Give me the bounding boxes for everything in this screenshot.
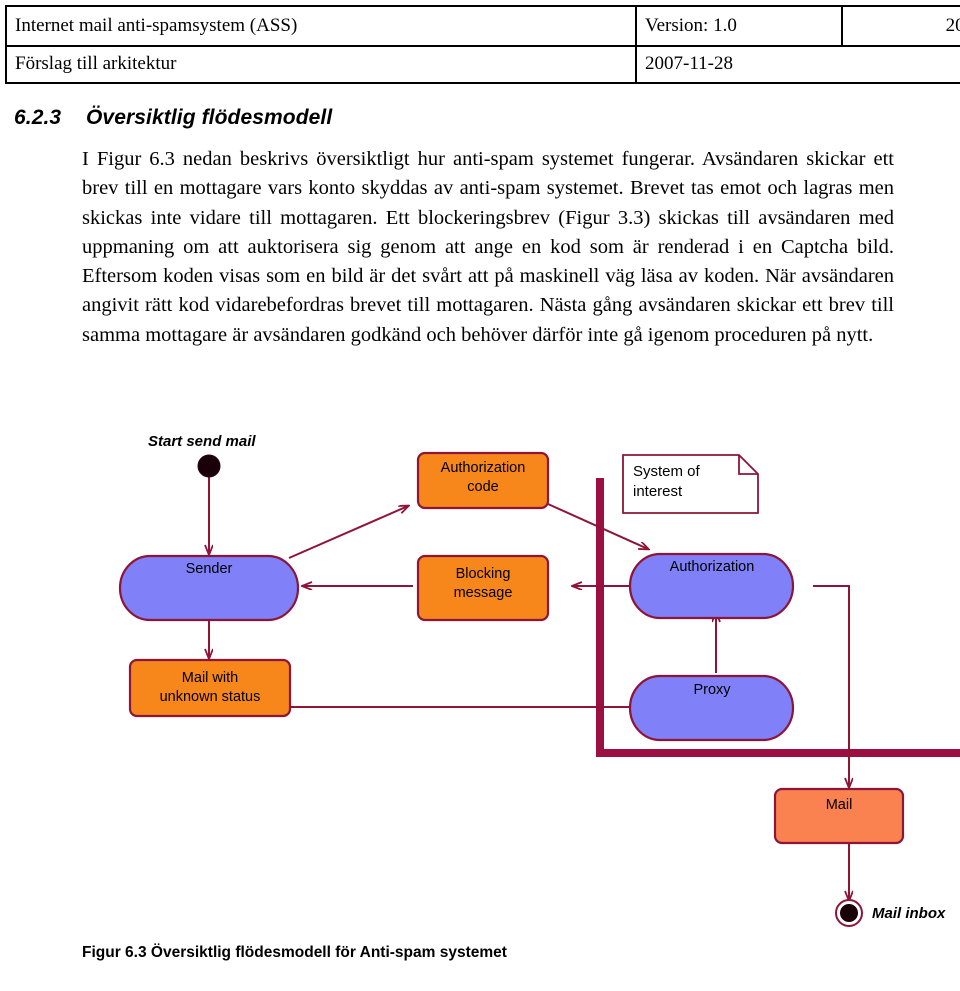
node-mail-unknown-label-1: Mail with <box>182 670 238 686</box>
note-label-2: interest <box>633 483 683 500</box>
node-authorization-code-label-1: Authorization <box>441 460 526 476</box>
node-mail-unknown-label-2: unknown status <box>160 689 261 705</box>
node-mail[interactable]: Mail <box>773 787 905 845</box>
connector-sender-to-authorization-code <box>288 506 408 559</box>
node-sender[interactable]: Sender <box>118 554 300 622</box>
header-page-number: 20 (50) <box>841 5 960 47</box>
node-sender-label: Sender <box>186 561 233 577</box>
node-proxy[interactable]: Proxy <box>628 674 795 742</box>
start-node <box>197 454 221 478</box>
document-header-table: Internet mail anti-spamsystem (ASS) Vers… <box>5 5 960 84</box>
node-authorization-code[interactable]: Authorization code <box>416 451 550 510</box>
node-authorization[interactable]: Authorization <box>628 552 795 620</box>
note-label-1: System of <box>633 463 701 480</box>
node-mail-label: Mail <box>826 797 853 813</box>
body-paragraph: I Figur 6.3 nedan beskrivs översiktligt … <box>82 148 894 346</box>
node-authorization-code-label-2: code <box>467 479 498 495</box>
header-row-1: Internet mail anti-spamsystem (ASS) Vers… <box>5 5 960 47</box>
section-title: Översiktlig flödesmodell <box>86 106 333 129</box>
section-heading: 6.2.3 Översiktlig flödesmodell <box>14 106 332 130</box>
end-node-label: Mail inbox <box>872 905 946 922</box>
header-version: Version: 1.0 <box>635 5 843 47</box>
header-row-2: Förslag till arkitektur 2007-11-28 <box>5 45 960 84</box>
figure-caption: Figur 6.3 Översiktlig flödesmodell för A… <box>82 944 507 961</box>
body-text: I Figur 6.3 nedan beskrivs översiktligt … <box>82 145 894 350</box>
header-date: 2007-11-28 <box>635 45 960 84</box>
node-blocking-message-label-1: Blocking <box>456 566 511 582</box>
node-blocking-message-label-2: message <box>454 585 513 601</box>
note-system-of-interest: System of interest <box>622 454 759 514</box>
node-proxy-label: Proxy <box>693 682 731 698</box>
header-subtitle: Förslag till arkitektur <box>5 45 637 84</box>
node-authorization-label: Authorization <box>670 559 755 575</box>
node-blocking-message[interactable]: Blocking message <box>416 554 550 622</box>
node-mail-unknown-status[interactable]: Mail with unknown status <box>128 658 292 718</box>
section-number: 6.2.3 <box>14 106 62 129</box>
start-node-label: Start send mail <box>148 433 256 450</box>
end-node <box>835 899 863 927</box>
flow-diagram: Start send mail Sender Authorization cod… <box>0 408 960 938</box>
header-document-title: Internet mail anti-spamsystem (ASS) <box>5 5 637 47</box>
